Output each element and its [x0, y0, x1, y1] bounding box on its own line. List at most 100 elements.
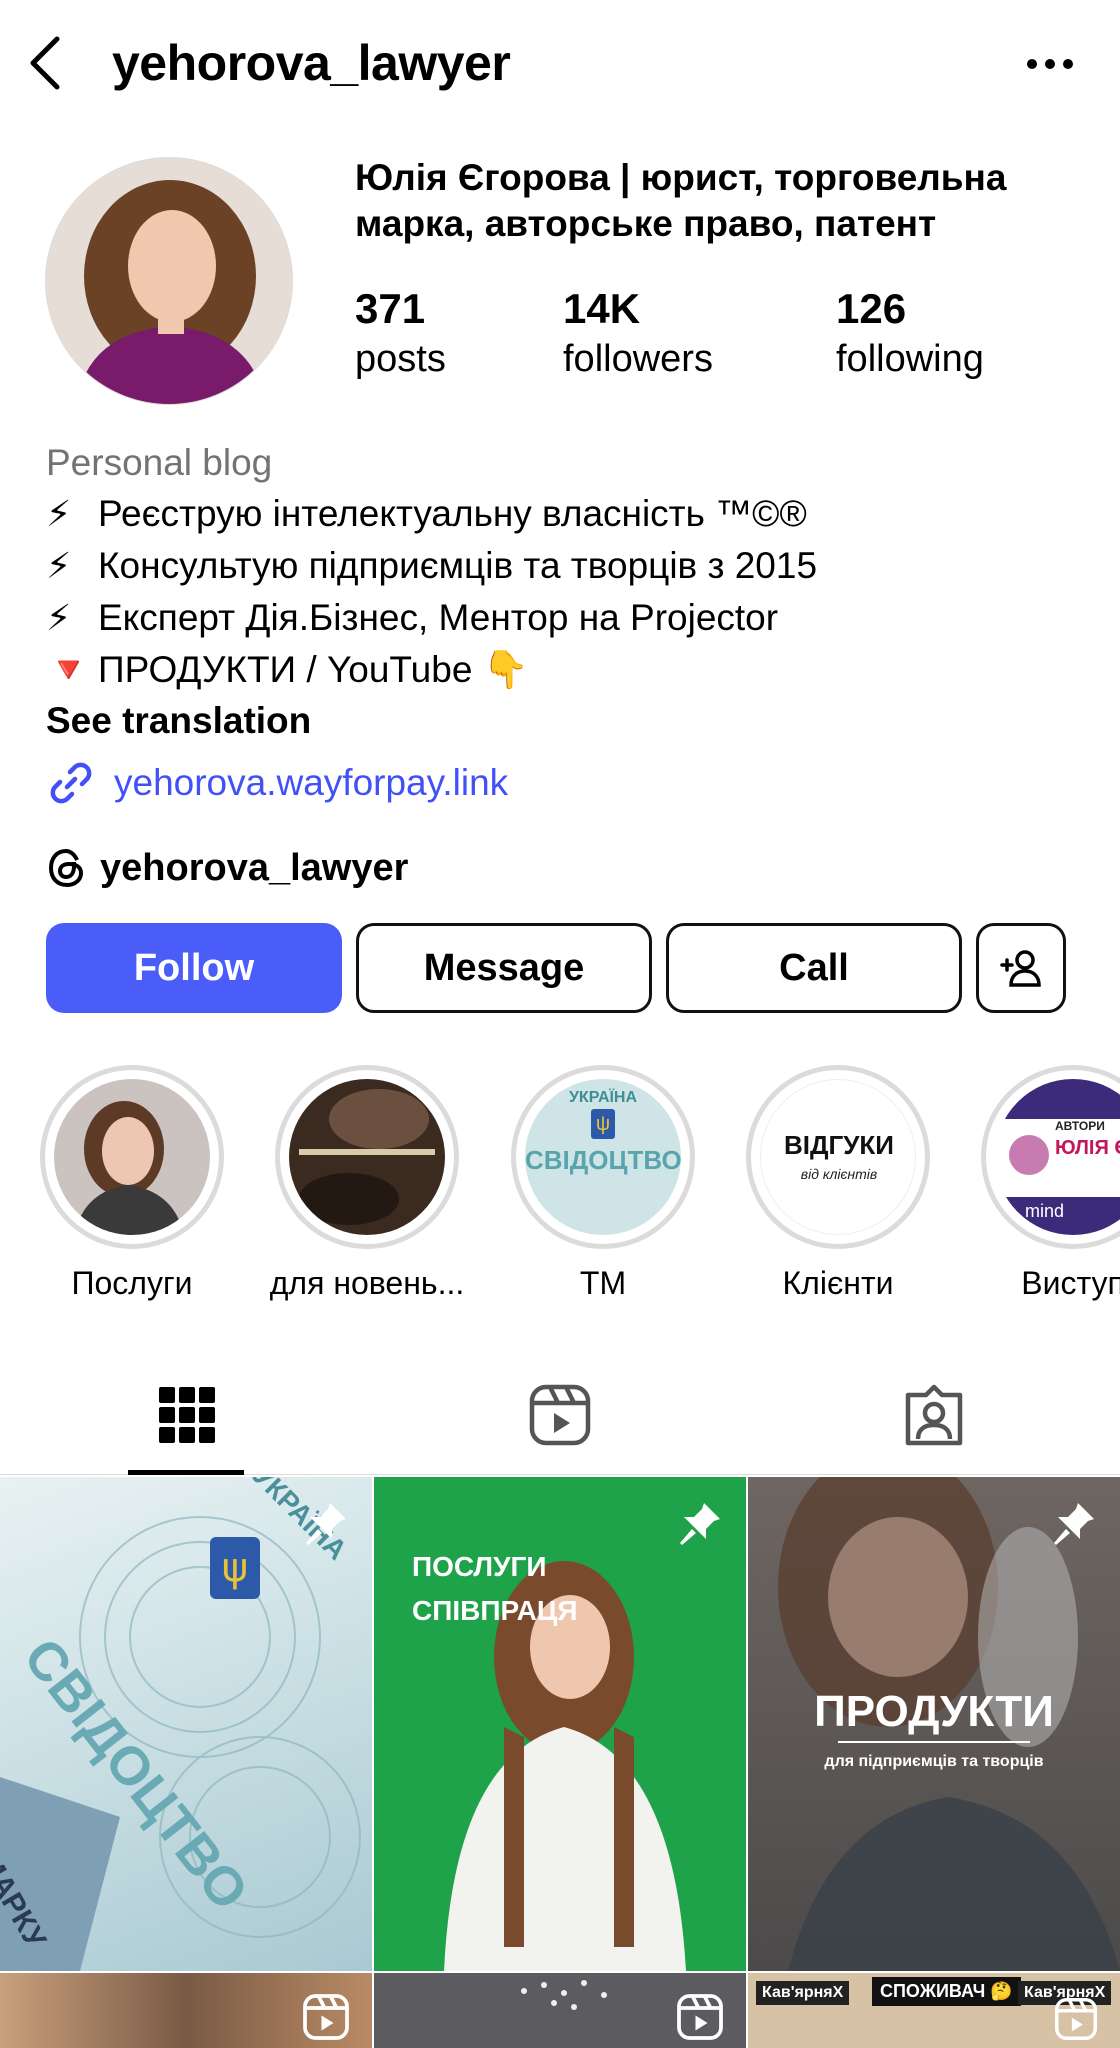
bio-line-text: Консультую підприємців та творців з 2015 — [98, 545, 818, 586]
posts-label: posts — [355, 338, 446, 380]
highlight-item[interactable]: ВІДГУКИ від клієнтів Клієнти — [720, 1065, 956, 1303]
avatar[interactable] — [45, 157, 293, 405]
bio-line: ⚡ Консультую підприємців та творців з 20… — [46, 540, 1086, 592]
post-thumbnail[interactable] — [374, 1973, 746, 2048]
story-highlights: Послуги для новень... УКРАЇНА ψ СВІДОЦТВ… — [0, 1065, 1120, 1305]
see-translation-link[interactable]: See translation — [46, 696, 1086, 746]
follow-button[interactable]: Follow — [46, 923, 342, 1013]
followers-label: followers — [563, 338, 713, 380]
highlight-cover-caption: УКРАЇНА — [568, 1089, 638, 1106]
highlight-ring: ВІДГУКИ від клієнтів — [746, 1065, 930, 1249]
trident-icon: ψ — [591, 1109, 615, 1139]
threads-badge[interactable]: yehorova_lawyer — [46, 840, 1086, 896]
bio-link[interactable]: yehorova.wayforpay.link — [46, 756, 1086, 810]
post-caption: ПРОДУКТИ — [814, 1687, 1054, 1736]
highlight-cover-text: СВІДОЦТВО — [525, 1145, 681, 1175]
link-icon — [50, 762, 92, 804]
post-caption: ПОСЛУГИ — [412, 1551, 547, 1582]
post-thumbnail[interactable]: Кав'ярняХ СПОЖИВАЧ 🤔 Кав'ярняХ — [748, 1973, 1120, 2048]
post-label: Кав'ярняХ — [756, 1981, 850, 2005]
bio-line-text: ПРОДУКТИ / YouTube 👇 — [98, 649, 529, 690]
pinned-icon — [1050, 1499, 1098, 1552]
stat-followers[interactable]: 14K followers — [563, 283, 713, 383]
post-caption-2: СПІВПРАЦЯ — [412, 1595, 578, 1626]
highlight-cover: УКРАЇНА ψ СВІДОЦТВО — [525, 1079, 681, 1235]
add-person-icon — [1000, 950, 1041, 987]
bio-line: ⚡ Реєструю інтелектуальну власність ™©® — [46, 488, 1086, 540]
highlight-cover-caption: АВТОРИ — [1055, 1119, 1105, 1133]
pinned-icon — [302, 1499, 350, 1552]
threads-icon — [48, 848, 84, 888]
bio-line: ⚡ Експерт Дія.Бізнес, Ментор на Projecto… — [46, 592, 1086, 644]
bio-link-text[interactable]: yehorova.wayforpay.link — [114, 762, 508, 804]
lightning-icon: ⚡ — [46, 493, 72, 534]
highlight-item[interactable]: АВТОРИ ЮЛІЯ ЄГ mind Виступ — [955, 1065, 1120, 1303]
tab-posts[interactable] — [0, 1355, 373, 1475]
reels-icon — [529, 1384, 590, 1446]
chevron-left-icon — [30, 36, 60, 90]
more-options-button[interactable] — [1020, 36, 1080, 92]
reel-icon — [1054, 1997, 1098, 2046]
tagged-icon — [905, 1384, 962, 1446]
post-subcaption: для підприємців та творців — [824, 1753, 1044, 1770]
tab-tagged[interactable] — [747, 1355, 1120, 1475]
lightning-icon: ⚡ — [46, 545, 72, 586]
posts-count: 371 — [355, 285, 426, 332]
cover-band — [995, 1079, 1120, 1119]
highlight-cover-text: ЮЛІЯ ЄГ — [1055, 1137, 1120, 1159]
avatar-image — [46, 158, 292, 404]
ellipsis-icon — [1027, 59, 1073, 69]
threads-handle[interactable]: yehorova_lawyer — [100, 847, 408, 890]
highlight-cover — [54, 1079, 210, 1235]
profile-actions: Follow Message Call — [46, 923, 1066, 1013]
bio-line-text: Експерт Дія.Бізнес, Ментор на Projector — [98, 597, 779, 638]
highlight-label: для новень... — [269, 1265, 465, 1301]
highlight-item[interactable]: для новень... — [249, 1065, 485, 1303]
highlight-label: ТМ — [579, 1265, 627, 1301]
caption-divider — [838, 1741, 1030, 1743]
post-thumbnail[interactable]: ПРОДУКТИ для підприємців та творців — [748, 1477, 1120, 1971]
post-thumbnail[interactable] — [0, 1973, 372, 2048]
reel-icon — [302, 1993, 350, 2046]
active-tab-indicator — [128, 1470, 244, 1475]
post-thumbnail[interactable]: ПОСЛУГИ СПІВПРАЦЯ — [374, 1477, 746, 1971]
highlight-label: Послуги — [71, 1265, 193, 1301]
bio-line: 🔻 ПРОДУКТИ / YouTube 👇 — [46, 644, 1086, 696]
profile-tabs — [0, 1355, 1120, 1475]
profile-full-name: Юлія Єгорова | юрист, торговельна марка,… — [355, 157, 1007, 244]
following-label: following — [836, 338, 984, 380]
post-label: СПОЖИВАЧ 🤔 — [872, 1977, 1021, 2006]
following-count: 126 — [836, 285, 907, 332]
suggested-users-button[interactable] — [976, 923, 1066, 1013]
page-title: yehorova_lawyer — [112, 35, 511, 91]
highlight-cover: АВТОРИ ЮЛІЯ ЄГ mind — [995, 1079, 1120, 1235]
bio-line-text: Реєструю інтелектуальну власність ™©® — [98, 493, 807, 534]
highlight-item[interactable]: УКРАЇНА ψ СВІДОЦТВО ТМ — [485, 1065, 721, 1303]
call-button[interactable]: Call — [666, 923, 962, 1013]
highlight-item[interactable]: Послуги — [14, 1065, 250, 1303]
post-thumbnail[interactable]: ψ УКРАЇНА СВІДОЦТВО МАРКУ — [0, 1477, 372, 1971]
highlight-cover-subtext: від клієнтів — [800, 1166, 878, 1182]
bio-section: Personal blog ⚡ Реєструю інтелектуальну … — [46, 438, 1086, 896]
highlight-ring — [275, 1065, 459, 1249]
highlight-ring: АВТОРИ ЮЛІЯ ЄГ mind — [981, 1065, 1120, 1249]
highlight-label: Виступ — [1021, 1265, 1120, 1301]
stat-posts[interactable]: 371 posts — [355, 283, 446, 383]
speaker-photo — [1009, 1135, 1049, 1175]
tab-reels[interactable] — [373, 1355, 746, 1475]
message-button[interactable]: Message — [356, 923, 652, 1013]
red-triangle-icon: 🔻 — [46, 649, 91, 690]
profile-header: yehorova_lawyer — [0, 0, 1120, 120]
reel-icon — [676, 1993, 724, 2046]
highlight-cover-subtext: mind — [1025, 1201, 1065, 1221]
back-button[interactable] — [20, 30, 70, 96]
highlight-cover-text: ВІДГУКИ — [784, 1130, 894, 1160]
followers-count: 14K — [563, 285, 641, 332]
svg-text:ψ: ψ — [222, 1545, 248, 1591]
highlight-label: Клієнти — [782, 1265, 894, 1301]
stat-following[interactable]: 126 following — [836, 283, 984, 383]
highlight-ring: УКРАЇНА ψ СВІДОЦТВО — [511, 1065, 695, 1249]
highlight-cover — [289, 1079, 445, 1235]
highlight-cover: ВІДГУКИ від клієнтів — [760, 1079, 916, 1235]
highlight-ring — [40, 1065, 224, 1249]
